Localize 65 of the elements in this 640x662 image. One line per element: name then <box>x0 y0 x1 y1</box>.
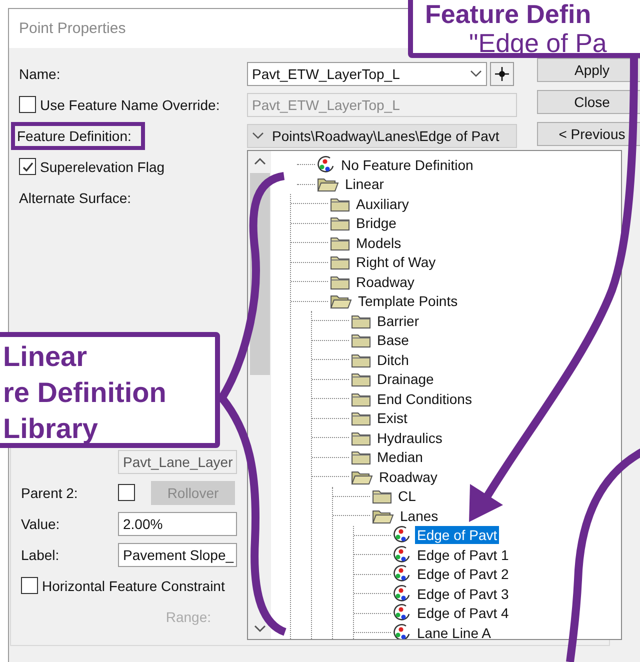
checkbox[interactable] <box>118 484 135 501</box>
tree-item[interactable]: Hydraulics <box>375 428 444 447</box>
callout-text: Linear <box>3 340 88 374</box>
tree-item[interactable]: Edge of Pavt 4 <box>415 604 511 622</box>
tree-item[interactable]: Ditch <box>375 350 411 369</box>
checkbox[interactable] <box>21 577 38 594</box>
feature-definition-dropdown[interactable]: Points\Roadway\Lanes\Edge of Pavt <box>247 124 517 148</box>
field-label: Name: <box>19 66 62 82</box>
tree-item[interactable]: Exist <box>375 409 410 428</box>
callout-text: Library <box>3 412 98 446</box>
tree-item[interactable]: Median <box>375 448 425 466</box>
tree-item[interactable]: Roadway <box>377 468 440 486</box>
tree-item[interactable]: Roadway <box>354 272 416 291</box>
dialog-button[interactable]: Apply <box>537 58 640 82</box>
tree-item[interactable]: Models <box>354 234 404 252</box>
color-dots-icon <box>317 156 335 174</box>
tree-item[interactable]: Auxiliary <box>354 194 411 213</box>
crosshair-icon <box>495 66 509 80</box>
tree-item[interactable]: Edge of Pavt <box>415 526 500 544</box>
field-label: Range: <box>164 608 211 624</box>
checkbox[interactable] <box>19 96 36 113</box>
scroll-up-icon[interactable] <box>254 157 266 165</box>
color-dots-icon <box>393 546 411 564</box>
color-dots-icon <box>393 584 411 603</box>
scroll-down-icon[interactable] <box>254 625 266 633</box>
pick-button[interactable] <box>490 62 514 86</box>
tree-item[interactable]: Edge of Pavt 2 <box>415 565 511 584</box>
color-dots-icon <box>393 604 411 622</box>
checkbox-label: Superelevation Flag <box>40 158 165 174</box>
checkbox-label: Use Feature Name Override: <box>40 96 220 112</box>
tree-item[interactable]: Edge of Pavt 1 <box>415 546 511 564</box>
tree-item[interactable]: Linear <box>343 175 386 194</box>
tree-item[interactable]: Drainage <box>375 370 436 388</box>
tree-item[interactable]: No Feature Definition <box>339 156 476 174</box>
tree-item[interactable]: Edge of Pavt 3 <box>415 584 511 603</box>
field-label: Value: <box>21 516 61 532</box>
dialog-button[interactable]: < Previous <box>537 122 640 146</box>
field-label: Feature Definition: <box>11 122 146 150</box>
checkbox-label: Horizontal Feature Constraint <box>42 578 225 594</box>
override-field: Pavt_ETW_LayerTop_L <box>247 92 517 116</box>
window-title: Point Properties <box>19 20 126 37</box>
tree-item[interactable]: Lane Line A <box>415 624 493 639</box>
callout-text: Feature Defin <box>425 0 592 29</box>
field-label: Label: <box>21 546 60 562</box>
callout-text: re Definition <box>3 376 166 410</box>
tree-item[interactable]: Barrier <box>375 312 422 330</box>
parent-field: Pavt_Lane_Layer <box>118 450 237 474</box>
color-dots-icon <box>393 526 411 544</box>
chevron-down-icon <box>470 70 482 78</box>
field-label: Alternate Surface: <box>19 190 132 206</box>
field-label: Parent 2: <box>21 484 79 500</box>
value-field[interactable]: 2.00% <box>118 512 237 536</box>
label-field[interactable]: Pavement Slope_ <box>118 542 237 566</box>
tree-item[interactable]: Right of Way <box>354 253 438 272</box>
name-combo-box[interactable]: Pavt_ETW_LayerTop_L <box>247 62 487 86</box>
chevron-down-icon <box>252 132 264 140</box>
checkbox[interactable] <box>19 158 36 175</box>
dialog-button[interactable]: Close <box>537 90 640 114</box>
tree-item[interactable]: Template Points <box>356 292 460 310</box>
tree-item[interactable]: Bridge <box>354 214 398 232</box>
tree-item[interactable]: Lanes <box>398 506 440 525</box>
color-dots-icon <box>393 565 411 584</box>
tree-item[interactable]: CL <box>396 487 418 506</box>
tree-item[interactable]: End Conditions <box>375 390 474 408</box>
tree-item[interactable]: Base <box>375 331 411 350</box>
